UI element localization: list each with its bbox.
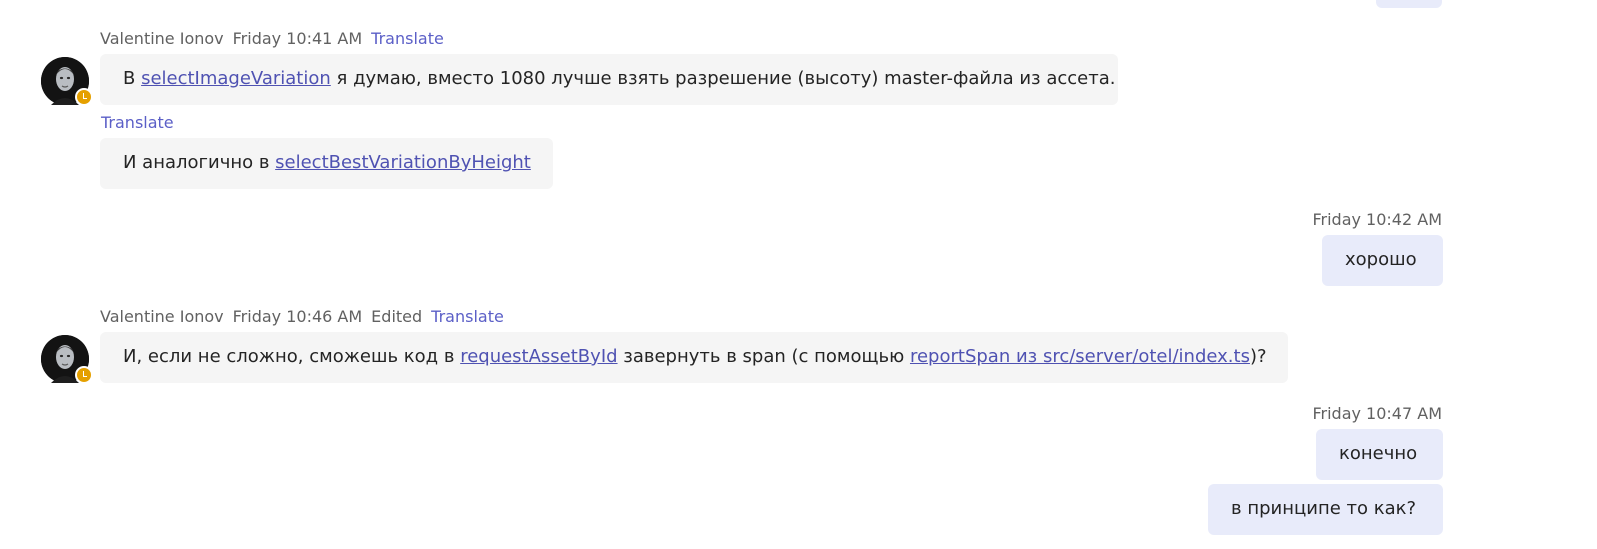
outgoing-message-bubble[interactable]: в принципе то как?: [1208, 484, 1443, 535]
message-text: И, если не сложно, сможешь код в: [123, 346, 461, 367]
incoming-message-bubble[interactable]: И аналогично в selectBestVariationByHeig…: [100, 138, 553, 189]
translate-link[interactable]: Translate: [101, 113, 174, 132]
message-header: Valentine Ionov Friday 10:46 AM Edited Tran…: [100, 307, 513, 327]
message-text: )?: [1249, 346, 1267, 367]
code-link[interactable]: reportSpan из src/server/otel/index.ts: [910, 346, 1250, 367]
message-timestamp: Friday 10:42 AM: [1312, 210, 1442, 229]
translate-link[interactable]: Translate: [431, 307, 504, 326]
translate-link[interactable]: Translate: [371, 29, 444, 48]
outgoing-message-bubble[interactable]: хорошо: [1322, 235, 1443, 286]
author-name: Valentine Ionov: [100, 307, 224, 326]
chat-thread: Valentine Ionov Friday 10:41 AM Translate …: [0, 0, 1597, 549]
incoming-message-bubble[interactable]: В selectImageVariation я думаю, вместо 1…: [100, 54, 1118, 105]
incoming-message-bubble[interactable]: И, если не сложно, сможешь код в request…: [100, 332, 1288, 383]
author-name: Valentine Ionov: [100, 29, 224, 48]
message-text: конечно: [1339, 443, 1418, 464]
message-timestamp: Friday 10:46 AM: [232, 307, 363, 326]
message-text: И аналогично в: [123, 152, 276, 173]
message-header: Translate: [101, 113, 183, 133]
outgoing-message-bubble-partial[interactable]: [1376, 0, 1442, 8]
message-timestamp: Friday 10:41 AM: [232, 29, 363, 48]
message-text: я думаю, вместо 1080 лучше взять разреше…: [330, 68, 1116, 89]
message-timestamp: Friday 10:47 AM: [1312, 404, 1442, 423]
code-link[interactable]: selectBestVariationByHeight: [275, 152, 531, 173]
message-text: в принципе то как?: [1231, 498, 1417, 519]
code-link[interactable]: requestAssetById: [460, 346, 617, 367]
away-clock-icon: [75, 366, 93, 384]
outgoing-message-bubble[interactable]: конечно: [1316, 429, 1443, 480]
message-header: Valentine Ionov Friday 10:41 AM Translate: [100, 29, 453, 49]
away-clock-icon: [75, 88, 93, 106]
avatar[interactable]: [41, 335, 93, 384]
avatar[interactable]: [41, 57, 93, 106]
code-link[interactable]: selectImageVariation: [141, 68, 331, 89]
message-text: завернуть в span (с помощью: [617, 346, 910, 367]
edited-label: Edited: [371, 307, 423, 326]
message-text: В: [123, 68, 142, 89]
message-text: хорошо: [1345, 249, 1417, 270]
